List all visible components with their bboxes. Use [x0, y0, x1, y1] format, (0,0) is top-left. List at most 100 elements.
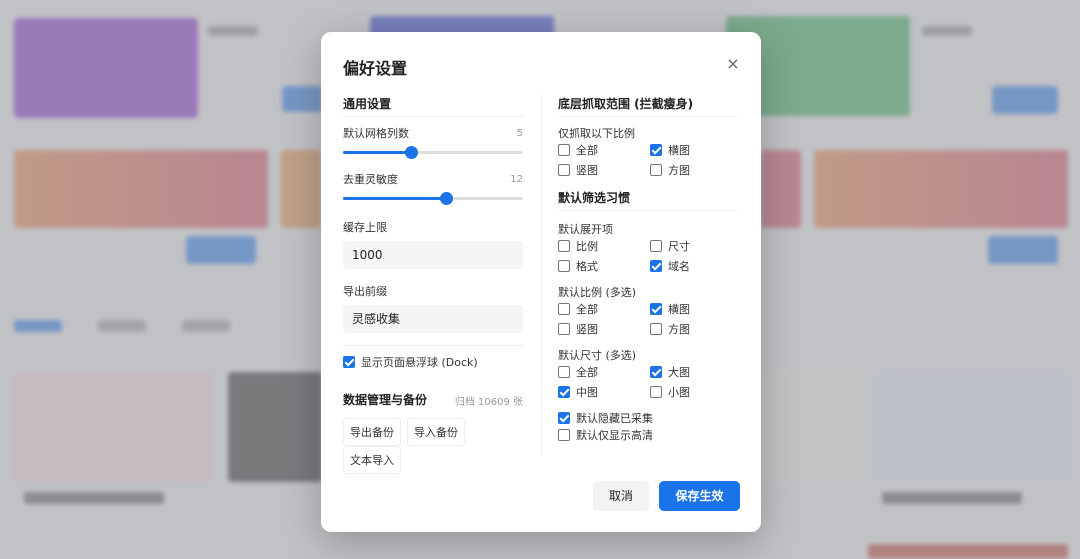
default-size-label: 默认尺寸 (多选): [558, 349, 637, 362]
capture-scope-title: 底层抓取范围 (拦截瘦身): [558, 97, 694, 111]
grid-columns-value: 5: [516, 127, 523, 139]
slider-handle[interactable]: [439, 192, 453, 205]
archive-count: 归档 10609 张: [454, 396, 523, 408]
size-option-all[interactable]: 全部: [558, 364, 650, 380]
export-backup-button[interactable]: 导出备份: [343, 418, 401, 446]
capture-subtitle: 仅抓取以下比例: [558, 127, 635, 140]
slider-fill: [343, 151, 412, 154]
checkbox[interactable]: [650, 386, 662, 398]
option-label: 横图: [668, 144, 690, 157]
hd-only-checkbox[interactable]: [558, 429, 570, 441]
checkbox[interactable]: [650, 303, 662, 315]
checkbox[interactable]: [650, 144, 662, 156]
grid-columns-row: 默认网格列数 5: [343, 125, 523, 141]
option-label: 全部: [576, 144, 598, 157]
hide-collected-label: 默认隐藏已采集: [576, 412, 653, 425]
column-divider: [541, 94, 542, 456]
show-dock-option[interactable]: 显示页面悬浮球 (Dock): [343, 354, 523, 370]
option-label: 尺寸: [668, 240, 690, 253]
capture-option-portrait[interactable]: 竖图: [558, 162, 650, 178]
checkbox[interactable]: [558, 260, 570, 272]
text-import-button[interactable]: 文本导入: [343, 446, 401, 474]
expand-items-options: 比例 尺寸 格式 域名: [558, 238, 738, 274]
dialog-title: 偏好设置: [343, 59, 408, 78]
checkbox[interactable]: [558, 323, 570, 335]
hd-only-label: 默认仅显示高清: [576, 429, 653, 442]
backup-buttons: 导出备份 导入备份文本导入: [343, 418, 523, 474]
checkbox[interactable]: [650, 323, 662, 335]
cache-limit-label: 缓存上限: [343, 221, 387, 234]
checkbox[interactable]: [650, 240, 662, 252]
capture-ratio-options: 全部 横图 竖图 方图: [558, 142, 738, 178]
checkbox[interactable]: [558, 144, 570, 156]
option-label: 横图: [668, 303, 690, 316]
grid-columns-slider[interactable]: [343, 145, 523, 159]
show-dock-checkbox[interactable]: [343, 356, 355, 368]
filter-habits-title: 默认筛选习惯: [558, 191, 631, 205]
dedupe-sensitivity-value: 12: [510, 173, 523, 185]
checkbox[interactable]: [558, 386, 570, 398]
ratio-option-landscape[interactable]: 横图: [650, 301, 738, 317]
data-section-title: 数据管理与备份: [343, 393, 428, 407]
filter-settings-column: 底层抓取范围 (拦截瘦身) 仅抓取以下比例 全部 横图 竖图 方图 默认筛选习惯…: [558, 94, 738, 443]
save-button[interactable]: 保存生效: [659, 481, 740, 511]
divider: [558, 116, 738, 117]
expand-option-ratio[interactable]: 比例: [558, 238, 650, 254]
capture-option-all[interactable]: 全部: [558, 142, 650, 158]
option-label: 大图: [668, 366, 690, 379]
option-label: 竖图: [576, 164, 598, 177]
size-option-large[interactable]: 大图: [650, 364, 738, 380]
slider-handle[interactable]: [405, 146, 419, 159]
option-label: 格式: [576, 260, 598, 273]
expand-option-format[interactable]: 格式: [558, 258, 650, 274]
cancel-button[interactable]: 取消: [593, 481, 649, 511]
dedupe-sensitivity-slider[interactable]: [343, 191, 523, 205]
capture-option-square[interactable]: 方图: [650, 162, 738, 178]
preferences-dialog: 偏好设置 × 通用设置 默认网格列数 5 去重灵敏度 12 缓存上限 1000 …: [321, 32, 761, 532]
close-icon[interactable]: ×: [725, 56, 741, 72]
option-label: 方图: [668, 164, 690, 177]
checkbox[interactable]: [558, 366, 570, 378]
option-label: 域名: [668, 260, 690, 273]
grid-columns-label: 默认网格列数: [343, 127, 409, 140]
divider: [343, 345, 523, 346]
hide-collected-checkbox[interactable]: [558, 412, 570, 424]
option-label: 全部: [576, 303, 598, 316]
general-settings-column: 通用设置 默认网格列数 5 去重灵敏度 12 缓存上限 1000 导出前缀 灵感…: [343, 94, 523, 474]
option-label: 方图: [668, 323, 690, 336]
option-label: 小图: [668, 386, 690, 399]
capture-option-landscape[interactable]: 横图: [650, 142, 738, 158]
checkbox[interactable]: [558, 164, 570, 176]
default-size-options: 全部 大图 中图 小图: [558, 364, 738, 400]
expand-option-size[interactable]: 尺寸: [650, 238, 738, 254]
hide-collected-option[interactable]: 默认隐藏已采集: [558, 410, 738, 426]
option-label: 比例: [576, 240, 598, 253]
default-ratio-options: 全部 横图 竖图 方图: [558, 301, 738, 337]
export-prefix-input[interactable]: 灵感收集: [343, 305, 523, 333]
export-prefix-label: 导出前缀: [343, 285, 387, 298]
expand-items-label: 默认展开项: [558, 223, 613, 236]
size-option-medium[interactable]: 中图: [558, 384, 650, 400]
checkbox[interactable]: [558, 303, 570, 315]
ratio-option-all[interactable]: 全部: [558, 301, 650, 317]
size-option-small[interactable]: 小图: [650, 384, 738, 400]
divider: [343, 116, 523, 117]
hd-only-option[interactable]: 默认仅显示高清: [558, 427, 738, 443]
show-dock-label: 显示页面悬浮球 (Dock): [361, 356, 478, 369]
ratio-option-square[interactable]: 方图: [650, 321, 738, 337]
checkbox[interactable]: [650, 164, 662, 176]
dedupe-sensitivity-label: 去重灵敏度: [343, 173, 398, 186]
general-settings-title: 通用设置: [343, 97, 392, 111]
checkbox[interactable]: [650, 260, 662, 272]
divider: [558, 210, 738, 211]
checkbox[interactable]: [650, 366, 662, 378]
ratio-option-portrait[interactable]: 竖图: [558, 321, 650, 337]
default-ratio-label: 默认比例 (多选): [558, 286, 637, 299]
data-section-header: 数据管理与备份 归档 10609 张: [343, 390, 523, 410]
expand-option-domain[interactable]: 域名: [650, 258, 738, 274]
import-backup-button[interactable]: 导入备份: [407, 418, 465, 446]
cache-limit-input[interactable]: 1000: [343, 241, 523, 269]
dedupe-row: 去重灵敏度 12: [343, 171, 523, 187]
slider-fill: [343, 197, 446, 200]
checkbox[interactable]: [558, 240, 570, 252]
